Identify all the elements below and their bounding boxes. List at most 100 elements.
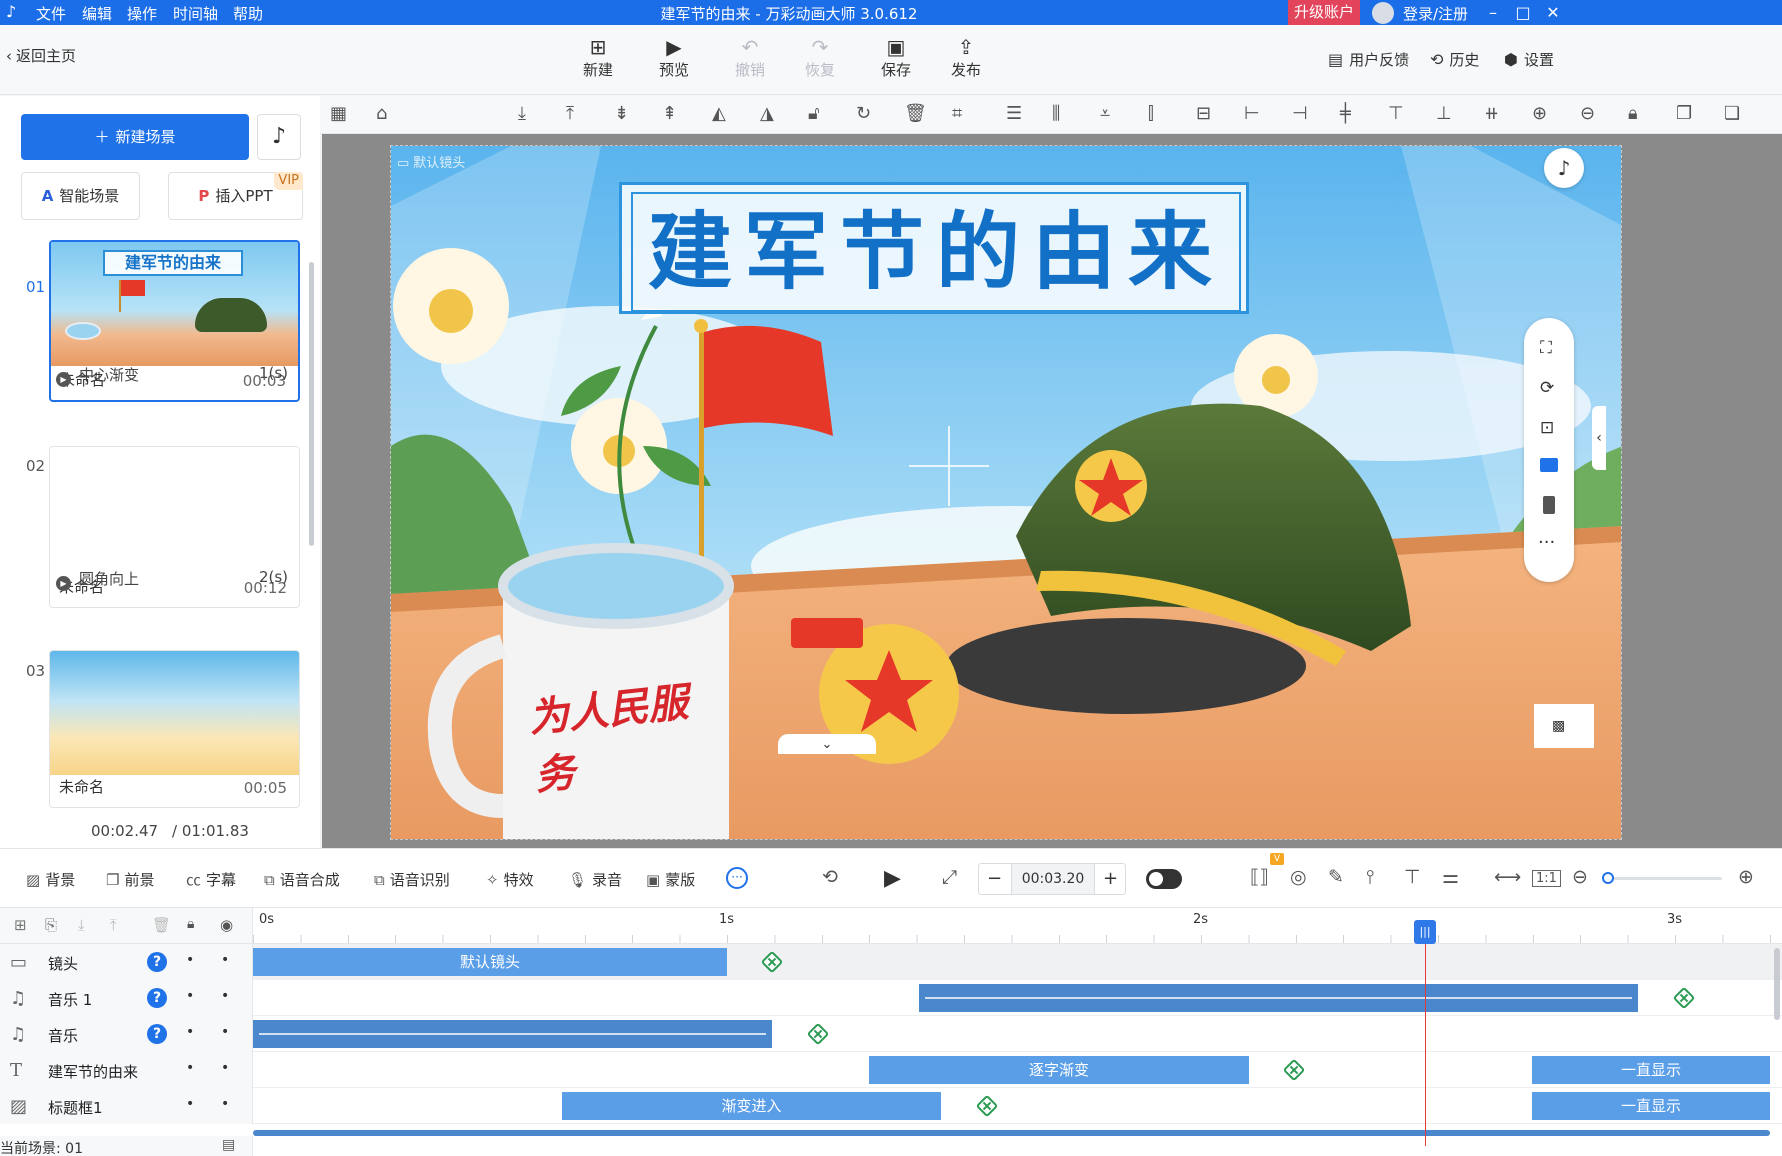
add-folder-icon[interactable]: ⊞ <box>14 916 27 934</box>
record-button[interactable]: 🎙︎ 录音 <box>568 869 622 890</box>
collapse-right-panel-icon[interactable]: ‹ <box>1592 406 1606 470</box>
align-bottom-icon[interactable]: ⩡ <box>1100 104 1110 124</box>
move-track-up-icon[interactable]: ⤒ <box>110 916 117 934</box>
close-icon[interactable]: ✕ <box>1536 0 1570 25</box>
tts-button[interactable]: ⧉ 语音合成 <box>264 869 340 890</box>
timeline-zoom-slider[interactable] <box>1602 872 1722 884</box>
dot-icon[interactable]: • <box>221 1096 229 1112</box>
dot-icon[interactable]: • <box>186 1060 194 1076</box>
clip-typewriter-fade[interactable]: 逐字渐变 <box>869 1056 1249 1084</box>
help-icon[interactable]: ? <box>147 952 167 972</box>
move-down-icon[interactable]: ⇟ <box>614 104 629 124</box>
upgrade-button[interactable]: 升级账户 <box>1288 0 1361 25</box>
track-music[interactable]: ♫ 音乐? • • <box>0 1016 1782 1052</box>
time-ruler[interactable]: 0s 1s 2s 3s <box>253 908 1782 944</box>
move-bottom-icon[interactable]: ⤓ <box>518 104 526 124</box>
flip-vertical-icon[interactable]: ◮ <box>760 104 774 124</box>
settings-link[interactable]: ⬢ 设置 <box>1504 49 1554 70</box>
keyframe-icon[interactable]: ⟦⟧ <box>1250 866 1269 888</box>
time-stepper[interactable]: − 00:03.20 + <box>978 863 1126 895</box>
help-icon[interactable]: ? <box>147 988 167 1008</box>
dot-icon[interactable]: • <box>221 988 229 1004</box>
more-tools-icon[interactable]: ··· <box>726 867 748 889</box>
clip-fade-in[interactable]: 渐变进入 <box>562 1092 941 1120</box>
lock-canvas-icon[interactable]: 🔒︎ <box>1628 104 1638 124</box>
playhead-handle[interactable]: ||| <box>1414 920 1436 944</box>
import-icon[interactable]: ⎘ <box>45 916 57 934</box>
align-middle-icon[interactable]: ⫼ <box>1052 104 1060 124</box>
asr-button[interactable]: ⧉ 语音识别 <box>374 869 450 890</box>
lock-all-icon[interactable]: 🔒︎ <box>187 916 194 932</box>
undo-button[interactable]: ↶ 撤销 <box>722 35 778 80</box>
more-icon[interactable]: ··· <box>1538 532 1555 553</box>
clip-always-show[interactable]: 一直显示 <box>1532 1092 1770 1120</box>
rewind-icon[interactable]: ⟲ <box>822 866 838 888</box>
publish-button[interactable]: ⇪ 发布 <box>938 35 994 80</box>
align-top-edge-icon[interactable]: ⊤ <box>1388 104 1404 124</box>
feedback-link[interactable]: ▤ 用户反馈 <box>1328 49 1409 70</box>
transition-2[interactable]: ▶ 圆角向上 2(s) <box>56 568 288 591</box>
align-top-icon[interactable]: ☰ <box>1006 104 1022 124</box>
history-link[interactable]: ⟲ 历史 <box>1430 49 1479 70</box>
new-button[interactable]: ⊞ 新建 <box>570 35 626 80</box>
move-top-icon[interactable]: ⤒ <box>566 104 574 124</box>
delete-track-icon[interactable]: 🗑︎ <box>152 916 171 934</box>
avatar[interactable] <box>1372 2 1394 24</box>
dot-icon[interactable]: • <box>186 952 194 968</box>
dot-icon[interactable]: • <box>186 988 194 1004</box>
home-icon[interactable]: ⌂ <box>376 104 387 124</box>
help-icon[interactable]: ? <box>147 1024 167 1044</box>
track-music-1[interactable]: ♫ 音乐 1? • • <box>0 980 1782 1016</box>
play-icon[interactable]: ▶ <box>884 866 901 891</box>
add-keyframe-icon[interactable] <box>760 950 784 974</box>
audio-clip[interactable] <box>919 984 1638 1012</box>
zoom-in-icon[interactable]: ⊕ <box>1532 104 1547 124</box>
subtitle-button[interactable]: ㏄字幕 <box>186 869 236 890</box>
clip-default-camera[interactable]: 默认镜头 <box>253 948 727 976</box>
lock-icon[interactable]: 🔓︎ <box>808 104 820 124</box>
minimap[interactable]: ▩ <box>1534 704 1594 748</box>
smart-scene-button[interactable]: A 智能场景 <box>21 172 140 220</box>
time-plus-button[interactable]: + <box>1103 868 1118 889</box>
new-scene-button[interactable]: ＋ 新建场景 <box>21 114 249 160</box>
ratio-icon[interactable]: 1:1 <box>1532 870 1561 887</box>
move-track-down-icon[interactable]: ⤓ <box>78 916 85 934</box>
copy-icon[interactable]: ❐ <box>1676 104 1692 124</box>
background-button[interactable]: ▨ 背景 <box>26 869 75 890</box>
preview-button[interactable]: ▶ 预览 <box>646 35 702 80</box>
login-link[interactable]: 登录/注册 <box>1403 3 1468 24</box>
add-keyframe-icon[interactable] <box>1672 986 1696 1010</box>
scene-list-icon[interactable]: ▤ <box>222 1137 235 1153</box>
dot-icon[interactable]: • <box>186 1096 194 1112</box>
ruler-icon[interactable]: ▦ <box>330 104 347 124</box>
track-title-frame[interactable]: ▨ 标题框1 • • 渐变进入 一直显示 <box>0 1088 1782 1124</box>
eye-icon[interactable]: ◉ <box>220 916 233 934</box>
timeline-h-scrollbar[interactable] <box>253 1130 1770 1136</box>
split-icon[interactable]: ⫯ <box>1366 866 1374 888</box>
edit-icon[interactable]: ✎ <box>1328 866 1344 888</box>
align-vcenter-icon[interactable]: ⧺ <box>1484 104 1499 124</box>
insert-ppt-button[interactable]: P 插入PPT VIP <box>168 172 303 220</box>
portrait-icon[interactable] <box>1543 496 1555 514</box>
zoom-out-timeline-icon[interactable]: ⊖ <box>1572 866 1588 888</box>
add-keyframe-icon[interactable] <box>975 1094 999 1118</box>
flip-horizontal-icon[interactable]: ◭ <box>712 104 726 124</box>
effects-button[interactable]: ✧ 特效 <box>486 869 534 890</box>
move-up-icon[interactable]: ⇞ <box>662 104 677 124</box>
scene-canvas[interactable]: 为人民服务 建军节的由来 ▭ 默认镜头 <box>390 145 1622 840</box>
dot-icon[interactable]: • <box>221 952 229 968</box>
timeline-v-scrollbar[interactable] <box>1774 948 1780 1020</box>
scene-scrollbar[interactable] <box>309 262 314 546</box>
scene-music-button[interactable]: ♪ <box>257 114 301 160</box>
minimize-icon[interactable]: – <box>1476 0 1510 25</box>
unlock-icon[interactable]: ⊡ <box>1540 418 1554 438</box>
landscape-icon[interactable] <box>1540 458 1558 472</box>
collapse-timeline-icon[interactable]: ⌄ <box>778 734 876 754</box>
align-right-icon[interactable]: ⊣ <box>1292 104 1308 124</box>
filter-icon[interactable]: ⊤ <box>1404 866 1421 888</box>
fullscreen-icon[interactable]: ⤢ <box>942 866 957 888</box>
dot-icon[interactable]: • <box>221 1024 229 1040</box>
align-left-icon[interactable]: ⊢ <box>1244 104 1260 124</box>
rotate-view-icon[interactable]: ⟳ <box>1540 378 1554 398</box>
time-minus-button[interactable]: − <box>987 868 1002 889</box>
